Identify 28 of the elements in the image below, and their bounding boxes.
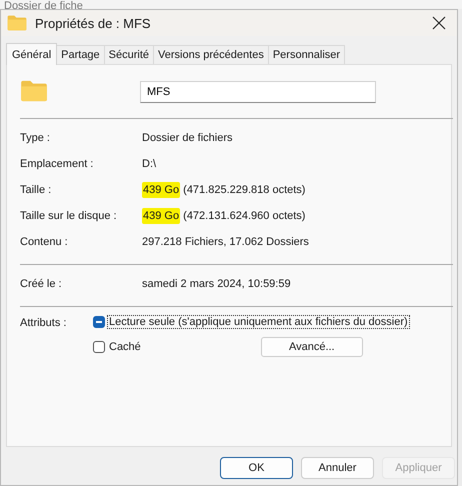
checkbox[interactable] [93, 316, 105, 328]
folder-icon [20, 80, 48, 102]
property-value: D:\ [142, 158, 156, 170]
property-value: 439 Go (472.131.624.960 octets) [142, 210, 306, 222]
property-label: Créé le : [20, 278, 63, 290]
property-label: Attributs : [20, 316, 68, 331]
dialog-button[interactable]: OK [220, 457, 293, 479]
property-label: Taille sur le disque : [20, 210, 118, 222]
property-value: 439 Go (471.825.229.818 octets) [142, 184, 306, 196]
name-field[interactable]: MFS [140, 81, 376, 103]
advanced-button[interactable]: Avancé... [260, 337, 363, 357]
dialog-button[interactable]: Annuler [301, 457, 374, 479]
window-title: Propriétés de : MFS [35, 16, 152, 30]
tab[interactable]: Personnaliser [268, 45, 346, 64]
property-value: 297.218 Fichiers, 17.062 Dossiers [142, 236, 309, 248]
property-label: Contenu : [20, 236, 69, 248]
checkbox[interactable] [93, 341, 105, 353]
property-label: Emplacement : [20, 158, 94, 170]
close-icon[interactable] [431, 15, 447, 31]
checkbox-label[interactable]: Lecture seule (s'applique uniquement aux fichiers du dossier) [107, 315, 410, 329]
property-value: samedi 2 mars 2024, 10:59:59 [142, 278, 291, 290]
background-window-title: Dossier de fiche [4, 1, 83, 9]
property-label: Type : [20, 132, 51, 144]
property-value: Dossier de fichiers [142, 132, 232, 144]
checkbox-label[interactable]: Caché [107, 340, 143, 354]
folder-icon [7, 15, 27, 31]
tab[interactable]: Général [6, 43, 58, 65]
property-label: Taille : [20, 184, 52, 196]
